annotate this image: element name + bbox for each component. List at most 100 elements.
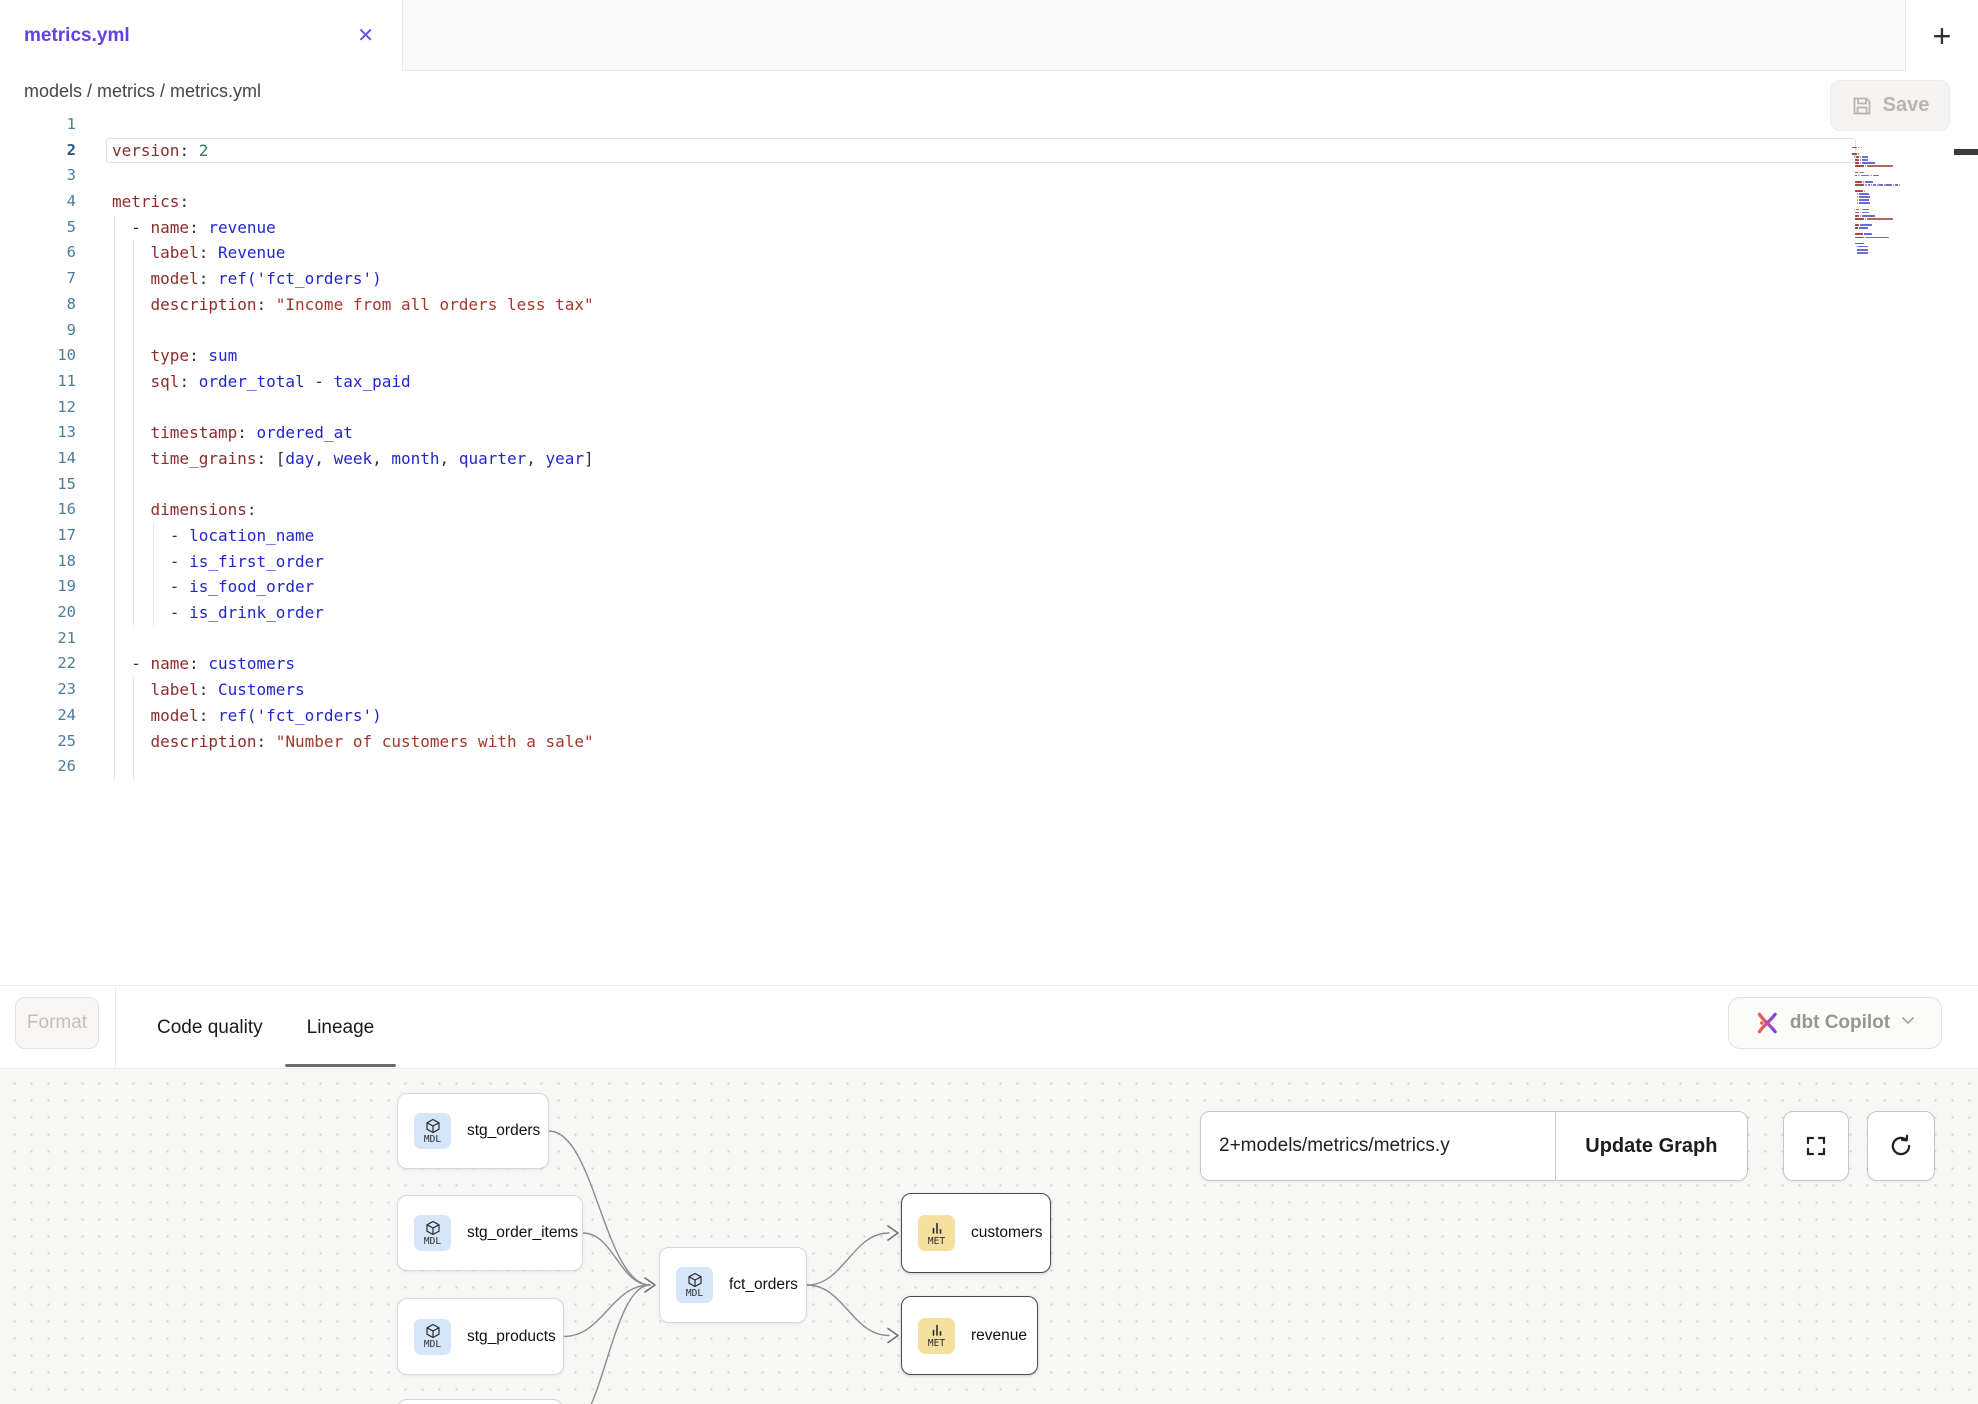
code-line[interactable]: 22 - name: customers — [0, 651, 1978, 677]
toolbar-divider — [115, 986, 116, 1069]
code-line-text: metrics: — [76, 189, 189, 215]
plus-icon: + — [1933, 20, 1952, 52]
graph-node-stg_orders[interactable]: MDLstg_orders — [397, 1093, 549, 1169]
code-line[interactable]: 16 dimensions: — [0, 497, 1978, 523]
node-label: revenue — [971, 1327, 1027, 1345]
code-line[interactable]: 17 - location_name — [0, 523, 1978, 549]
code-line[interactable]: 10 type: sum — [0, 343, 1978, 369]
code-line[interactable]: 24 model: ref('fct_orders') — [0, 703, 1978, 729]
code-line-text: timestamp: ordered_at — [76, 420, 353, 446]
code-line[interactable]: 2version: 2 — [0, 138, 1978, 164]
tab-strip-empty — [402, 0, 1905, 71]
code-line-text: model: ref('fct_orders') — [76, 266, 382, 292]
line-number: 10 — [0, 343, 76, 369]
mdl-badge: MDL — [414, 1215, 451, 1251]
tab-label: metrics.yml — [24, 25, 130, 47]
bottom-toolbar: Format Code quality Lineage dbt Copilot — [0, 985, 1978, 1069]
mdl-badge: MDL — [414, 1319, 451, 1355]
graph-node-stg_products[interactable]: MDLstg_products — [397, 1298, 564, 1375]
code-line-text — [76, 395, 112, 421]
code-line-text — [76, 754, 112, 780]
refresh-button[interactable] — [1867, 1111, 1935, 1181]
code-lines: 12version: 234metrics:5 - name: revenue6… — [0, 112, 1978, 780]
line-number: 11 — [0, 369, 76, 395]
line-number: 17 — [0, 523, 76, 549]
code-line[interactable]: 25 description: "Number of customers wit… — [0, 729, 1978, 755]
code-line[interactable]: 19 - is_food_order — [0, 574, 1978, 600]
met-badge: MET — [918, 1318, 955, 1354]
save-button[interactable]: Save — [1830, 80, 1950, 131]
code-line[interactable]: 20 - is_drink_order — [0, 600, 1978, 626]
indent-guide — [133, 754, 134, 780]
code-line[interactable]: 23 label: Customers — [0, 677, 1978, 703]
code-line[interactable]: 6 label: Revenue — [0, 240, 1978, 266]
code-line[interactable]: 5 - name: revenue — [0, 215, 1978, 241]
line-number: 13 — [0, 420, 76, 446]
lineage-canvas[interactable]: MDLstg_ordersMDLstg_order_itemsMDLstg_pr… — [0, 1069, 1978, 1404]
code-line[interactable]: 4metrics: — [0, 189, 1978, 215]
line-number: 26 — [0, 754, 76, 780]
code-line[interactable]: 13 timestamp: ordered_at — [0, 420, 1978, 446]
code-line-text: - location_name — [76, 523, 314, 549]
dbt-copilot-button[interactable]: dbt Copilot — [1728, 997, 1942, 1049]
cube-icon — [425, 1220, 441, 1236]
code-line[interactable]: 1 — [0, 112, 1978, 138]
line-number: 1 — [0, 112, 76, 138]
line-number: 25 — [0, 729, 76, 755]
code-line[interactable]: 11 sql: order_total - tax_paid — [0, 369, 1978, 395]
line-number: 6 — [0, 240, 76, 266]
code-line[interactable]: 21 — [0, 626, 1978, 652]
indent-guide — [114, 395, 115, 421]
indent-guide — [114, 472, 115, 498]
current-line-highlight — [106, 138, 1856, 164]
node-label: customers — [971, 1224, 1043, 1242]
code-line[interactable]: 7 model: ref('fct_orders') — [0, 266, 1978, 292]
code-line[interactable]: 26 — [0, 754, 1978, 780]
line-number: 3 — [0, 163, 76, 189]
code-line[interactable]: 12 — [0, 395, 1978, 421]
node-label: stg_orders — [467, 1122, 540, 1140]
code-line-text: label: Revenue — [76, 240, 285, 266]
bar-chart-icon — [929, 1220, 945, 1236]
node-label: fct_orders — [729, 1276, 798, 1294]
line-number: 4 — [0, 189, 76, 215]
graph-node-revenue[interactable]: MET revenue — [901, 1296, 1038, 1375]
code-line[interactable]: 8 description: "Income from all orders l… — [0, 292, 1978, 318]
graph-node-customers[interactable]: METcustomers — [901, 1193, 1051, 1273]
breadcrumb-row: models / metrics / metrics.yml — [0, 71, 1978, 112]
line-number: 20 — [0, 600, 76, 626]
line-number: 2 — [0, 138, 76, 164]
tab-metrics-yml[interactable]: metrics.yml ✕ — [0, 0, 402, 71]
graph-node-partial_node[interactable]: MDL — [397, 1399, 563, 1404]
graph-node-fct_orders[interactable]: MDLfct_orders — [659, 1247, 807, 1323]
indent-guide — [114, 318, 115, 344]
code-line[interactable]: 9 — [0, 318, 1978, 344]
update-graph-button[interactable]: Update Graph — [1555, 1112, 1747, 1180]
code-line-text: sql: order_total - tax_paid — [76, 369, 411, 395]
graph-node-stg_order_items[interactable]: MDLstg_order_items — [397, 1195, 583, 1271]
active-tab-underline — [285, 1064, 397, 1067]
close-icon[interactable]: ✕ — [353, 22, 378, 50]
lineage-filter-input[interactable] — [1201, 1112, 1555, 1180]
copilot-sparkle-icon — [1754, 1010, 1780, 1036]
tab-lineage[interactable]: Lineage — [285, 986, 397, 1069]
line-number: 8 — [0, 292, 76, 318]
code-line[interactable]: 18 - is_first_order — [0, 549, 1978, 575]
tab-bar: metrics.yml ✕ + — [0, 0, 1978, 71]
format-button[interactable]: Format — [15, 997, 99, 1049]
minimap[interactable] — [1852, 143, 1952, 254]
code-line-text — [76, 163, 112, 189]
code-line-text — [76, 626, 112, 652]
code-line[interactable]: 14 time_grains: [day, week, month, quart… — [0, 446, 1978, 472]
new-tab-button[interactable]: + — [1905, 0, 1978, 71]
code-editor[interactable]: 12version: 234metrics:5 - name: revenue6… — [0, 112, 1978, 985]
code-line[interactable]: 15 — [0, 472, 1978, 498]
line-number: 19 — [0, 574, 76, 600]
indent-guide — [114, 754, 115, 780]
code-line[interactable]: 3 — [0, 163, 1978, 189]
line-number: 9 — [0, 318, 76, 344]
line-number: 18 — [0, 549, 76, 575]
code-line-text: - is_drink_order — [76, 600, 324, 626]
fullscreen-button[interactable] — [1783, 1111, 1849, 1181]
tab-code-quality[interactable]: Code quality — [135, 986, 285, 1069]
